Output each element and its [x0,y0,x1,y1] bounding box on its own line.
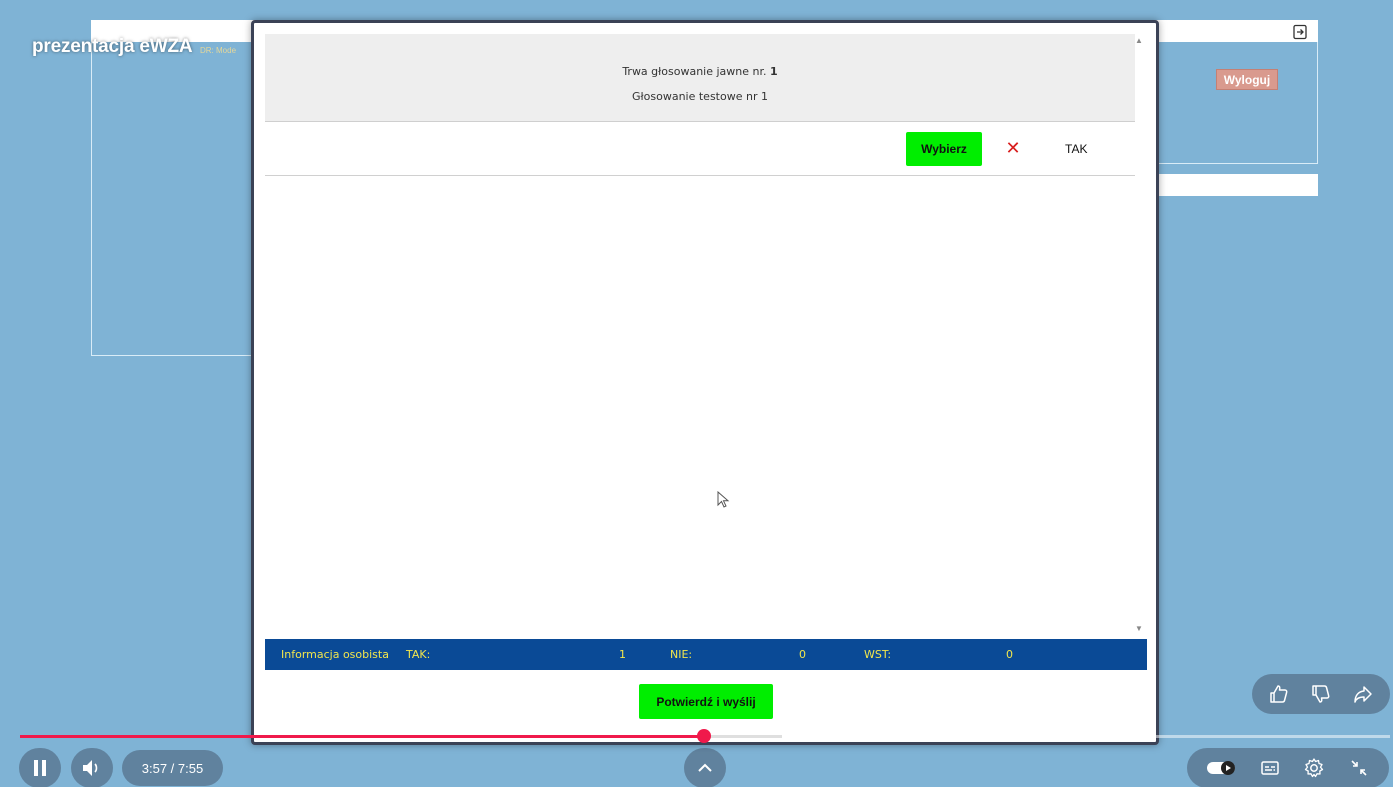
wst-count-label: WST: [864,648,892,661]
chevron-up-button[interactable] [684,748,726,787]
close-x-icon[interactable]: ✕ [1003,138,1023,158]
info-label: Informacja osobista [281,648,389,661]
background-left-panel [91,42,254,356]
logout-button[interactable]: Wyloguj [1216,69,1278,90]
rating-controls [1252,674,1390,714]
scroll-up-arrow-icon[interactable]: ▲ [1135,36,1143,45]
mouse-cursor-icon [717,491,730,508]
share-icon[interactable] [1352,683,1374,705]
captions-icon[interactable] [1259,757,1281,779]
background-right-panel [1158,42,1318,164]
thumbs-down-icon[interactable] [1310,683,1332,705]
tak-count-label: TAK: [406,648,431,661]
confirm-and-send-button[interactable]: Potwierdź i wyślij [639,684,773,719]
vote-title: Głosowanie testowe nr 1 [632,90,768,103]
personal-info-bar: Informacja osobista TAK: 1 NIE: 0 WST: 0 [265,639,1147,670]
thumbs-up-icon[interactable] [1268,683,1290,705]
modal-header: Trwa głosowanie jawne nr. 1 Głosowanie t… [265,34,1135,122]
volume-button[interactable] [71,748,113,787]
vote-status: Trwa głosowanie jawne nr. 1 [265,65,1135,78]
vote-option-row: Wybierz ✕ TAK [265,122,1135,176]
autoplay-toggle-icon[interactable] [1206,757,1236,779]
voting-modal: Trwa głosowanie jawne nr. 1 Głosowanie t… [251,20,1159,745]
background-right-bar [1158,174,1318,196]
vote-number: 1 [770,65,778,78]
gear-icon[interactable] [1303,757,1325,779]
background-small-text: DR: Mode [200,46,237,55]
pause-icon [34,760,46,776]
option-label: TAK [1065,142,1088,156]
volume-icon [83,760,98,776]
chevron-up-icon [698,763,712,772]
select-button[interactable]: Wybierz [906,132,982,166]
wst-count-value: 0 [1006,648,1013,661]
nie-count-label: NIE: [670,648,693,661]
pause-button[interactable] [19,748,61,787]
vote-status-text: Trwa głosowanie jawne nr. [622,65,771,78]
scroll-down-arrow-icon[interactable]: ▼ [1135,624,1143,633]
progress-played [20,735,704,738]
exit-icon[interactable] [1292,24,1308,40]
video-title: prezentacja eWZA [32,36,193,57]
tak-count-value: 1 [619,648,626,661]
time-display: 3:57 / 7:55 [122,750,223,786]
progress-scrubber[interactable] [696,729,711,743]
exit-fullscreen-icon[interactable] [1348,757,1370,779]
player-right-controls [1187,748,1389,787]
nie-count-value: 0 [799,648,806,661]
